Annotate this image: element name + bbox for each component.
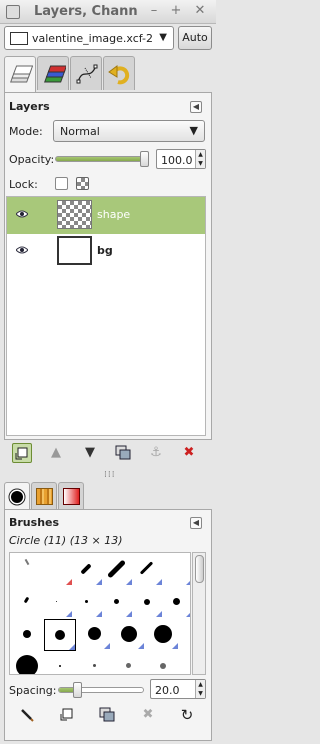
refresh-brushes-icon[interactable]: ↻ bbox=[177, 705, 197, 725]
brush-cell[interactable] bbox=[132, 555, 162, 585]
spacing-slider-handle[interactable] bbox=[73, 682, 83, 698]
image-thumbnail bbox=[10, 32, 28, 45]
window-titlebar: Layers, Chann – + ✕ bbox=[0, 0, 216, 24]
window-menu-icon[interactable] bbox=[6, 5, 20, 19]
brush-cell[interactable] bbox=[114, 651, 144, 674]
brush-grid-scrollbar[interactable] bbox=[192, 552, 206, 675]
anchor-layer-icon[interactable]: ⚓ bbox=[146, 443, 166, 463]
spin-arrows-icon[interactable]: ▲ ▼ bbox=[195, 680, 205, 698]
layer-name[interactable]: shape bbox=[97, 208, 130, 221]
new-layer-icon[interactable] bbox=[12, 443, 32, 463]
layer-row[interactable]: bg bbox=[7, 233, 205, 270]
brush-cell[interactable] bbox=[72, 555, 102, 585]
brush-cell[interactable] bbox=[102, 587, 132, 617]
brush-circle-icon bbox=[8, 488, 26, 506]
brush-cell[interactable] bbox=[12, 555, 42, 585]
opacity-slider-handle[interactable] bbox=[140, 151, 149, 167]
auto-button[interactable]: Auto bbox=[178, 26, 212, 50]
brush-cell[interactable] bbox=[12, 587, 42, 617]
brushes-panel-title: Brushes bbox=[9, 516, 60, 529]
spacing-field[interactable]: 20.0 ▲ ▼ bbox=[150, 679, 206, 699]
panel-menu-icon[interactable]: ◀ bbox=[190, 517, 202, 529]
layers-panel-title: Layers bbox=[9, 100, 50, 113]
opacity-value: 100.0 bbox=[161, 154, 193, 167]
brush-grid[interactable] bbox=[9, 552, 191, 675]
image-selector[interactable]: valentine_image.xcf-2 ▼ bbox=[4, 26, 174, 50]
chevron-down-icon: ▼ bbox=[189, 124, 198, 137]
spacing-label: Spacing: bbox=[9, 684, 57, 697]
opacity-label: Opacity: bbox=[9, 153, 55, 166]
gradient-icon bbox=[63, 488, 80, 505]
image-name: valentine_image.xcf-2 bbox=[32, 32, 154, 45]
brush-cell[interactable] bbox=[12, 619, 42, 649]
tab-layers[interactable] bbox=[4, 56, 36, 93]
opacity-field[interactable]: 100.0 ▲ ▼ bbox=[156, 149, 206, 169]
new-brush-icon[interactable] bbox=[57, 705, 77, 725]
layer-list[interactable]: shape bg bbox=[6, 196, 206, 436]
brush-cell[interactable] bbox=[132, 587, 162, 617]
brush-cell[interactable] bbox=[42, 587, 72, 617]
window-title: Layers, Chann bbox=[34, 4, 138, 19]
raise-layer-icon[interactable]: ▲ bbox=[46, 443, 66, 463]
brush-cell[interactable] bbox=[42, 555, 72, 585]
tab-paths[interactable] bbox=[70, 56, 102, 90]
brush-cell[interactable] bbox=[12, 651, 42, 674]
layer-button-bar: ▲ ▼ ⚓ ✖ bbox=[0, 443, 216, 465]
spin-arrows-icon[interactable]: ▲ ▼ bbox=[195, 150, 205, 168]
brush-cell[interactable] bbox=[162, 587, 190, 617]
edit-brush-icon[interactable] bbox=[17, 705, 37, 725]
close-icon[interactable]: ✕ bbox=[192, 3, 208, 19]
lock-alpha-checkbox[interactable] bbox=[76, 177, 89, 190]
brush-cell[interactable] bbox=[80, 651, 110, 674]
lower-layer-icon[interactable]: ▼ bbox=[80, 443, 100, 463]
spacing-slider[interactable] bbox=[58, 687, 144, 693]
brush-cell[interactable] bbox=[114, 619, 144, 649]
selected-brush-label: Circle (11) (13 × 13) bbox=[9, 534, 123, 547]
layer-name[interactable]: bg bbox=[97, 244, 113, 257]
scrollbar-thumb[interactable] bbox=[195, 555, 204, 583]
brush-cell[interactable] bbox=[102, 555, 132, 585]
layer-row[interactable]: shape bbox=[7, 197, 205, 234]
brush-cell[interactable] bbox=[148, 619, 178, 649]
brush-cell[interactable] bbox=[45, 620, 75, 650]
duplicate-brush-icon[interactable] bbox=[97, 705, 117, 725]
delete-brush-icon[interactable]: ✖ bbox=[138, 705, 158, 725]
maximize-icon[interactable]: + bbox=[168, 3, 184, 19]
delete-layer-icon[interactable]: ✖ bbox=[179, 443, 199, 463]
tab-brushes[interactable] bbox=[4, 482, 30, 511]
minimize-icon[interactable]: – bbox=[146, 3, 162, 19]
brush-button-bar: ✖ ↻ bbox=[0, 705, 216, 727]
dock-separator-grip[interactable]: ⁞⁞⁞ bbox=[104, 470, 116, 480]
lock-label: Lock: bbox=[9, 178, 38, 191]
eye-icon[interactable] bbox=[16, 210, 28, 218]
opacity-slider[interactable] bbox=[55, 156, 149, 162]
eye-icon[interactable] bbox=[16, 246, 28, 254]
layer-thumbnail bbox=[57, 236, 92, 265]
layer-thumbnail bbox=[57, 200, 92, 229]
mode-label: Mode: bbox=[9, 125, 43, 138]
pattern-icon bbox=[36, 488, 53, 505]
tab-channels[interactable] bbox=[37, 56, 69, 90]
brush-cell[interactable] bbox=[148, 651, 178, 674]
tab-undo-history[interactable] bbox=[103, 56, 135, 90]
spacing-value: 20.0 bbox=[155, 684, 180, 697]
brush-cell[interactable] bbox=[45, 651, 75, 674]
panel-menu-icon[interactable]: ◀ bbox=[190, 101, 202, 113]
mode-select[interactable]: Normal ▼ bbox=[53, 120, 205, 142]
lock-pixels-checkbox[interactable] bbox=[55, 177, 68, 190]
channels-icon bbox=[44, 65, 66, 83]
duplicate-layer-icon[interactable] bbox=[113, 443, 133, 463]
brush-cell[interactable] bbox=[162, 555, 190, 585]
brush-cell[interactable] bbox=[80, 619, 110, 649]
undo-history-icon bbox=[108, 65, 130, 85]
layers-icon bbox=[10, 65, 33, 83]
paths-icon bbox=[76, 64, 98, 84]
brush-cell[interactable] bbox=[72, 587, 102, 617]
chevron-down-icon: ▼ bbox=[159, 32, 167, 43]
tab-gradients[interactable] bbox=[58, 482, 84, 509]
tab-patterns[interactable] bbox=[31, 482, 57, 509]
mode-value: Normal bbox=[60, 125, 100, 138]
